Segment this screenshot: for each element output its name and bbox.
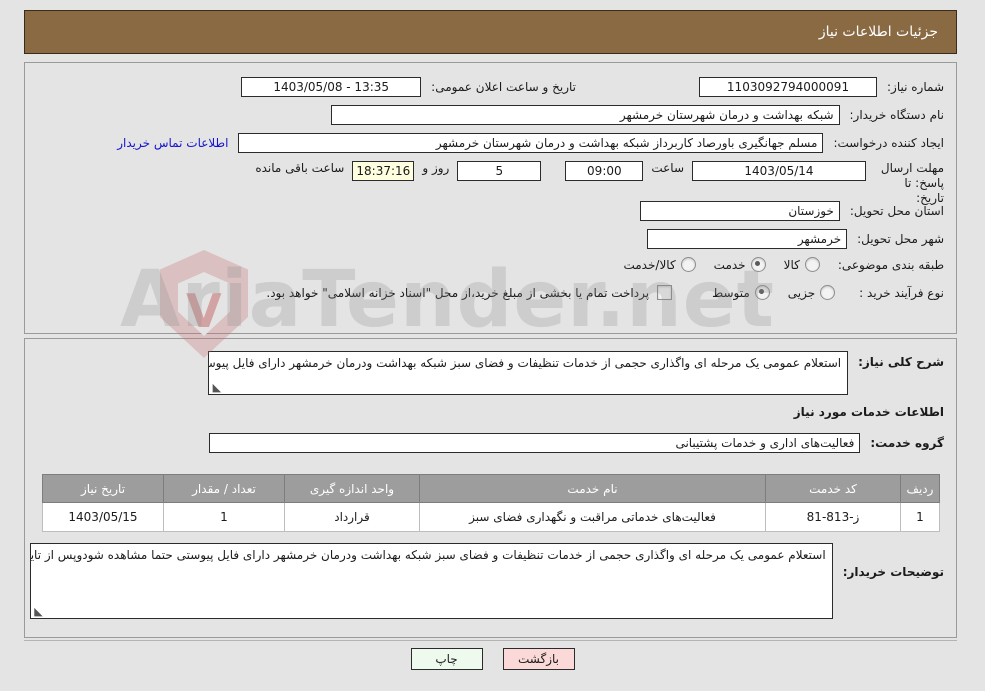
deadline-days-suffix: روز و: [422, 161, 450, 175]
request-creator-label: ایجاد کننده درخواست:: [833, 136, 944, 150]
deadline-time-value: 09:00: [565, 161, 644, 181]
cell-index: 1: [900, 502, 940, 532]
deadline-countdown-suffix: ساعت باقی مانده: [255, 161, 345, 175]
services-section-title: اطلاعات خدمات مورد نیاز: [793, 405, 944, 419]
buyer-contact-link[interactable]: اطلاعات تماس خریدار: [117, 136, 228, 150]
treasury-checkbox-label: پرداخت تمام یا بخشی از مبلغ خرید،از محل …: [266, 285, 650, 300]
table-row[interactable]: 1 ز-813-81 فعالیت‌های خدماتی مراقبت و نگ…: [42, 502, 940, 532]
delivery-province-group: استان محل تحویل: خوزستان: [639, 201, 944, 221]
delivery-city-group: شهر محل تحویل: خرمشهر: [647, 229, 944, 249]
back-button[interactable]: بازگشت: [502, 648, 575, 670]
subject-class-label: طبقه بندی موضوعی:: [837, 257, 944, 272]
radio-subject-service-input[interactable]: [750, 257, 766, 272]
th-unit: واحد اندازه گیری: [284, 474, 420, 503]
general-description-label: شرح کلی نیاز:: [858, 355, 944, 369]
radio-subject-service-label: خدمت: [713, 257, 746, 272]
purchase-process-group: نوع فرآیند خرید : جزیی متوسط پرداخت تمام…: [266, 285, 944, 300]
general-description-textarea[interactable]: استعلام عمومی یک مرحله ای واگذاری حجمی ا…: [208, 351, 849, 395]
need-info-panel: شماره نیاز: 1103092794000091 تاریخ و ساع…: [24, 62, 957, 334]
radio-process-minor[interactable]: جزیی: [787, 285, 836, 300]
radio-subject-goods-service-input[interactable]: [680, 257, 696, 272]
deadline-countdown-value: 18:37:16: [352, 161, 415, 181]
buyer-notes-label: توضیحات خریدار:: [842, 565, 944, 579]
radio-subject-goods-input[interactable]: [804, 257, 820, 272]
treasury-checkbox[interactable]: [657, 285, 673, 300]
announce-datetime-label: تاریخ و ساعت اعلان عمومی:: [431, 80, 576, 94]
radio-subject-goods-service-label: کالا/خدمت: [623, 257, 676, 272]
general-description-value: استعلام عمومی یک مرحله ای واگذاری حجمی ا…: [208, 356, 842, 370]
th-code: کد خدمت: [765, 474, 901, 503]
deadline-time-label: ساعت: [651, 161, 684, 175]
buyer-notes-group: توضیحات خریدار: استعلام عمومی یک مرحله ا…: [29, 543, 944, 619]
radio-process-medium-input[interactable]: [754, 285, 770, 300]
cell-code: ز-813-81: [765, 502, 901, 532]
radio-process-minor-label: جزیی: [787, 285, 816, 300]
subject-class-group: طبقه بندی موضوعی: کالا خدمت کالا/خدمت: [605, 257, 944, 272]
request-creator-value: مسلم جهانگیری باورصاد کاربرداز شبکه بهدا…: [238, 133, 824, 153]
delivery-province-value: خوزستان: [639, 201, 840, 221]
buyer-org-label: نام دستگاه خریدار:: [849, 108, 945, 122]
radio-subject-service[interactable]: خدمت: [714, 257, 766, 272]
th-quantity: تعداد / مقدار: [163, 474, 285, 503]
service-group-value: فعالیت‌های اداری و خدمات پشتیبانی: [209, 433, 861, 453]
buyer-notes-value: استعلام عمومی یک مرحله ای واگذاری حجمی ا…: [30, 548, 826, 562]
deadline-label: مهلت ارسال پاسخ: تا تاریخ:: [880, 161, 944, 205]
th-date: تاریخ نیاز: [42, 474, 164, 503]
request-creator-group: ایجاد کننده درخواست: مسلم جهانگیری باورص…: [117, 133, 944, 153]
services-section-title-group: اطلاعات خدمات مورد نیاز: [794, 405, 944, 419]
services-table: ردیف کد خدمت نام خدمت واحد اندازه گیری ت…: [42, 474, 940, 532]
need-number-label: شماره نیاز:: [887, 80, 944, 94]
delivery-city-value: خرمشهر: [647, 229, 848, 249]
service-group-row: گروه خدمت: فعالیت‌های اداری و خدمات پشتی…: [209, 433, 944, 453]
print-button[interactable]: چاپ: [410, 648, 483, 670]
cell-quantity: 1: [163, 502, 285, 532]
table-header-row: ردیف کد خدمت نام خدمت واحد اندازه گیری ت…: [42, 474, 940, 503]
th-index: ردیف: [900, 474, 940, 503]
need-number-group: شماره نیاز: 1103092794000091: [699, 77, 944, 97]
delivery-city-label: شهر محل تحویل:: [857, 232, 944, 246]
buyer-org-value: شبکه بهداشت و درمان شهرستان خرمشهر: [330, 105, 840, 125]
page-title: جزئیات اطلاعات نیاز: [818, 24, 938, 40]
delivery-province-label: استان محل تحویل:: [849, 204, 944, 218]
buyer-org-group: نام دستگاه خریدار: شبکه بهداشت و درمان ش…: [330, 105, 945, 125]
cell-name: فعالیت‌های خدماتی مراقبت و نگهداری فضای …: [419, 502, 766, 532]
footer-actions: بازگشت چاپ: [0, 648, 985, 670]
th-name: نام خدمت: [419, 474, 766, 503]
announce-datetime-value: 1403/05/08 - 13:35: [241, 77, 422, 97]
deadline-group: مهلت ارسال پاسخ: تا تاریخ: 1403/05/14 سا…: [255, 161, 944, 206]
deadline-date-value: 1403/05/14: [692, 161, 866, 181]
radio-subject-goods[interactable]: کالا: [784, 257, 820, 272]
radio-subject-goods-label: کالا: [783, 257, 800, 272]
radio-process-medium-label: متوسط: [712, 285, 750, 300]
cell-unit: قرارداد: [284, 502, 420, 532]
general-description-group: شرح کلی نیاز: استعلام عمومی یک مرحله ای …: [208, 351, 944, 395]
deadline-days-value: 5: [457, 161, 542, 181]
announce-datetime-group: تاریخ و ساعت اعلان عمومی: 1403/05/08 - 1…: [241, 77, 576, 97]
radio-subject-goods-service[interactable]: کالا/خدمت: [623, 257, 696, 272]
cell-date: 1403/05/15: [42, 502, 164, 532]
page-header: جزئیات اطلاعات نیاز: [24, 10, 957, 54]
buyer-notes-textarea[interactable]: استعلام عمومی یک مرحله ای واگذاری حجمی ا…: [29, 543, 833, 619]
need-number-value: 1103092794000091: [699, 77, 877, 97]
radio-process-medium[interactable]: متوسط: [712, 285, 770, 300]
service-group-label: گروه خدمت:: [870, 436, 944, 450]
footer-divider: [24, 640, 957, 641]
resize-grip-icon[interactable]: ◣: [211, 382, 221, 393]
resize-grip-icon-notes[interactable]: ◣: [33, 606, 42, 617]
radio-process-minor-input[interactable]: [820, 285, 836, 300]
purchase-process-label: نوع فرآیند خرید :: [859, 285, 944, 300]
